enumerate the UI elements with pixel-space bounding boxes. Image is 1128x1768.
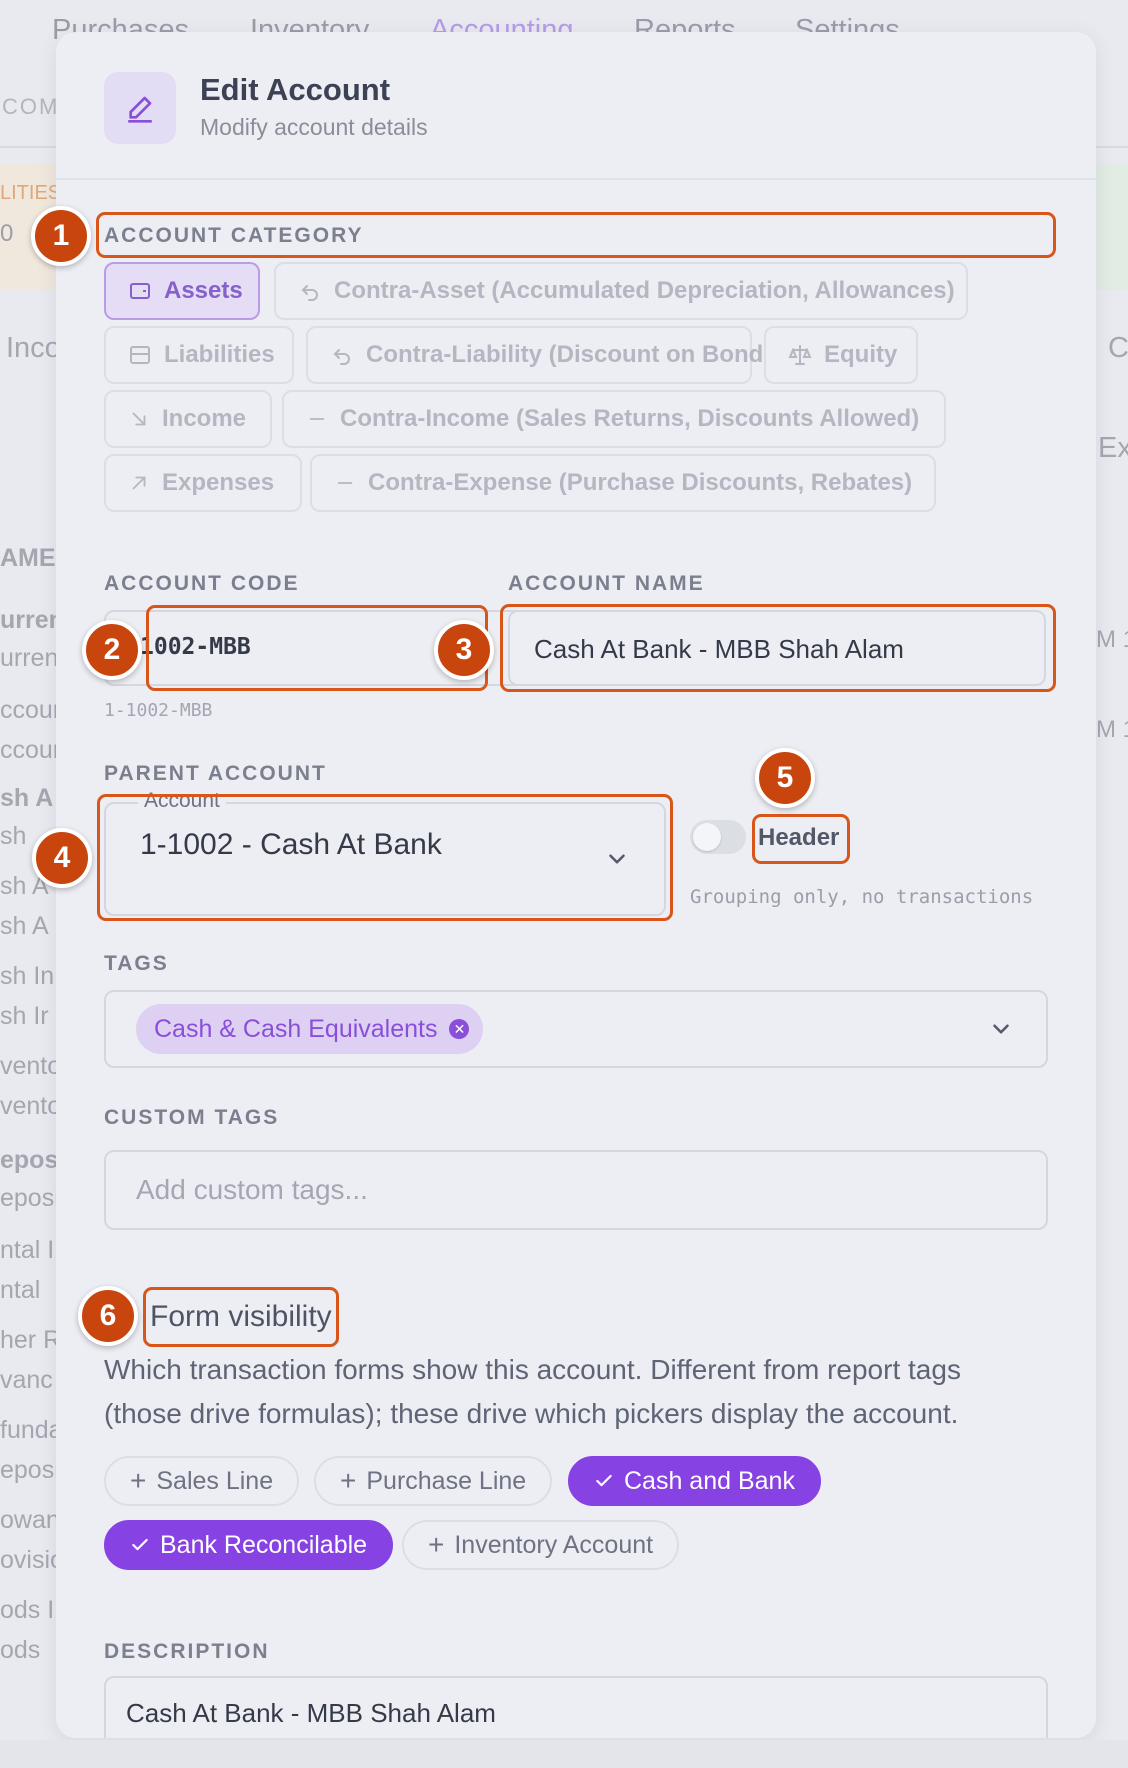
account-name-label: ACCOUNT NAME — [508, 572, 705, 595]
pill-label: Inventory Account — [454, 1530, 654, 1559]
category-equity-chip[interactable]: Equity — [764, 326, 918, 384]
category-contra-income-chip[interactable]: Contra-Income (Sales Returns, Discounts … — [282, 390, 946, 448]
custom-tags-input[interactable]: Add custom tags... — [104, 1150, 1048, 1230]
ledger-icon — [130, 346, 150, 364]
undo-icon — [333, 349, 350, 365]
tag-chip-label: Cash & Cash Equivalents — [154, 1014, 438, 1043]
page-footer-strip — [0, 1740, 1128, 1768]
remove-tag-icon[interactable]: ✕ — [449, 1019, 470, 1039]
chip-label: Contra-Liability (Discount on Bonds) — [366, 341, 785, 368]
category-income-chip[interactable]: Income — [104, 390, 272, 448]
chevron-down-icon — [993, 1024, 1009, 1034]
modal-subtitle: Modify account details — [200, 114, 428, 140]
annotation-highlight-5 — [752, 814, 850, 864]
chip-label: Contra-Income (Sales Returns, Discounts … — [340, 405, 920, 432]
annotation-badge-2: 2 — [82, 620, 142, 680]
category-contra-asset-chip[interactable]: Contra-Asset (Accumulated Depreciation, … — [274, 262, 968, 320]
minus-icon — [309, 418, 325, 420]
chip-label: Income — [162, 405, 247, 432]
parent-account-label: PARENT ACCOUNT — [104, 762, 327, 785]
description-textarea[interactable]: Cash At Bank - MBB Shah Alam — [104, 1676, 1048, 1738]
form-visibility-description-line1: Which transaction forms show this accoun… — [104, 1354, 961, 1385]
pencil-icon — [128, 96, 152, 123]
annotation-badge-3: 3 — [434, 620, 494, 680]
background-account-list: COM LITIES 0 Inco AME urrent urrent ccou… — [0, 94, 56, 1664]
pill-label: Bank Reconcilable — [160, 1530, 368, 1559]
background-summary-card-right — [1094, 164, 1128, 290]
tags-label: TAGS — [104, 952, 169, 975]
category-expenses-chip[interactable]: Expenses — [104, 454, 302, 512]
arrow-down-right-icon — [132, 412, 146, 426]
visibility-inventory-account-toggle[interactable]: + Inventory Account — [402, 1520, 680, 1570]
chip-label: Assets — [164, 277, 243, 304]
header-toggle[interactable] — [690, 820, 746, 854]
visibility-bank-reconcilable-toggle[interactable]: Bank Reconcilable — [104, 1520, 394, 1570]
chip-label: Contra-Expense (Purchase Discounts, Reba… — [368, 469, 913, 496]
toggle-knob — [693, 823, 721, 851]
undo-icon — [301, 285, 318, 301]
category-assets-chip[interactable]: Assets — [104, 262, 260, 320]
modal-title: Edit Account — [200, 72, 391, 107]
wallet-icon — [130, 283, 150, 299]
category-contra-liability-chip[interactable]: Contra-Liability (Discount on Bonds) — [306, 326, 785, 384]
check-icon — [596, 1474, 612, 1487]
chip-label: Equity — [824, 341, 898, 368]
custom-tags-label: CUSTOM TAGS — [104, 1106, 280, 1129]
minus-icon — [337, 482, 353, 484]
scale-icon — [788, 345, 812, 365]
modal-header: Edit Account Modify account details — [56, 32, 1096, 180]
tag-chip: Cash & Cash Equivalents ✕ — [136, 1004, 484, 1054]
pill-label: Sales Line — [156, 1466, 274, 1495]
annotation-badge-4: 4 — [32, 828, 92, 888]
tags-select[interactable]: Cash & Cash Equivalents ✕ — [104, 990, 1048, 1068]
account-code-label: ACCOUNT CODE — [104, 572, 300, 595]
visibility-cash-and-bank-toggle[interactable]: Cash and Bank — [568, 1456, 821, 1506]
check-icon — [132, 1538, 148, 1551]
chip-label: Expenses — [162, 469, 275, 496]
edit-tile — [104, 72, 176, 144]
background-fragment: C — [1108, 332, 1128, 364]
plus-icon: + — [428, 1529, 445, 1560]
annotation-highlight-3 — [500, 604, 1056, 692]
background-fragment: М 1 — [1096, 626, 1128, 653]
chip-label: Liabilities — [164, 341, 275, 368]
background-fragment: Ex — [1098, 432, 1128, 464]
annotation-badge-6: 6 — [78, 1286, 138, 1346]
header-toggle-hint: Grouping only, no transactions — [690, 886, 1034, 908]
background-divider — [1094, 146, 1128, 148]
pill-label: Cash and Bank — [624, 1466, 795, 1495]
annotation-badge-1: 1 — [31, 206, 91, 266]
background-fragment: М 1 — [1096, 716, 1128, 743]
arrow-up-right-icon — [132, 476, 146, 490]
custom-tags-placeholder: Add custom tags... — [136, 1174, 368, 1205]
plus-icon: + — [340, 1465, 357, 1496]
chip-label: Contra-Asset (Accumulated Depreciation, … — [334, 277, 955, 304]
category-contra-expense-chip[interactable]: Contra-Expense (Purchase Discounts, Reba… — [310, 454, 936, 512]
annotation-highlight-1 — [96, 212, 1056, 258]
description-label: DESCRIPTION — [104, 1640, 270, 1663]
annotation-highlight-4 — [97, 794, 673, 921]
visibility-sales-line-toggle[interactable]: + Sales Line — [104, 1456, 300, 1506]
form-visibility-description-line2: (those drive formulas); these drive whic… — [104, 1398, 959, 1429]
description-value: Cash At Bank - MBB Shah Alam — [126, 1698, 496, 1728]
category-liabilities-chip[interactable]: Liabilities — [104, 326, 294, 384]
annotation-highlight-6 — [143, 1287, 339, 1347]
visibility-purchase-line-toggle[interactable]: + Purchase Line — [314, 1456, 553, 1506]
pill-label: Purchase Line — [366, 1466, 527, 1495]
plus-icon: + — [130, 1465, 147, 1496]
annotation-badge-5: 5 — [755, 748, 815, 808]
account-code-hint: 1-1002-MBB — [104, 700, 213, 721]
